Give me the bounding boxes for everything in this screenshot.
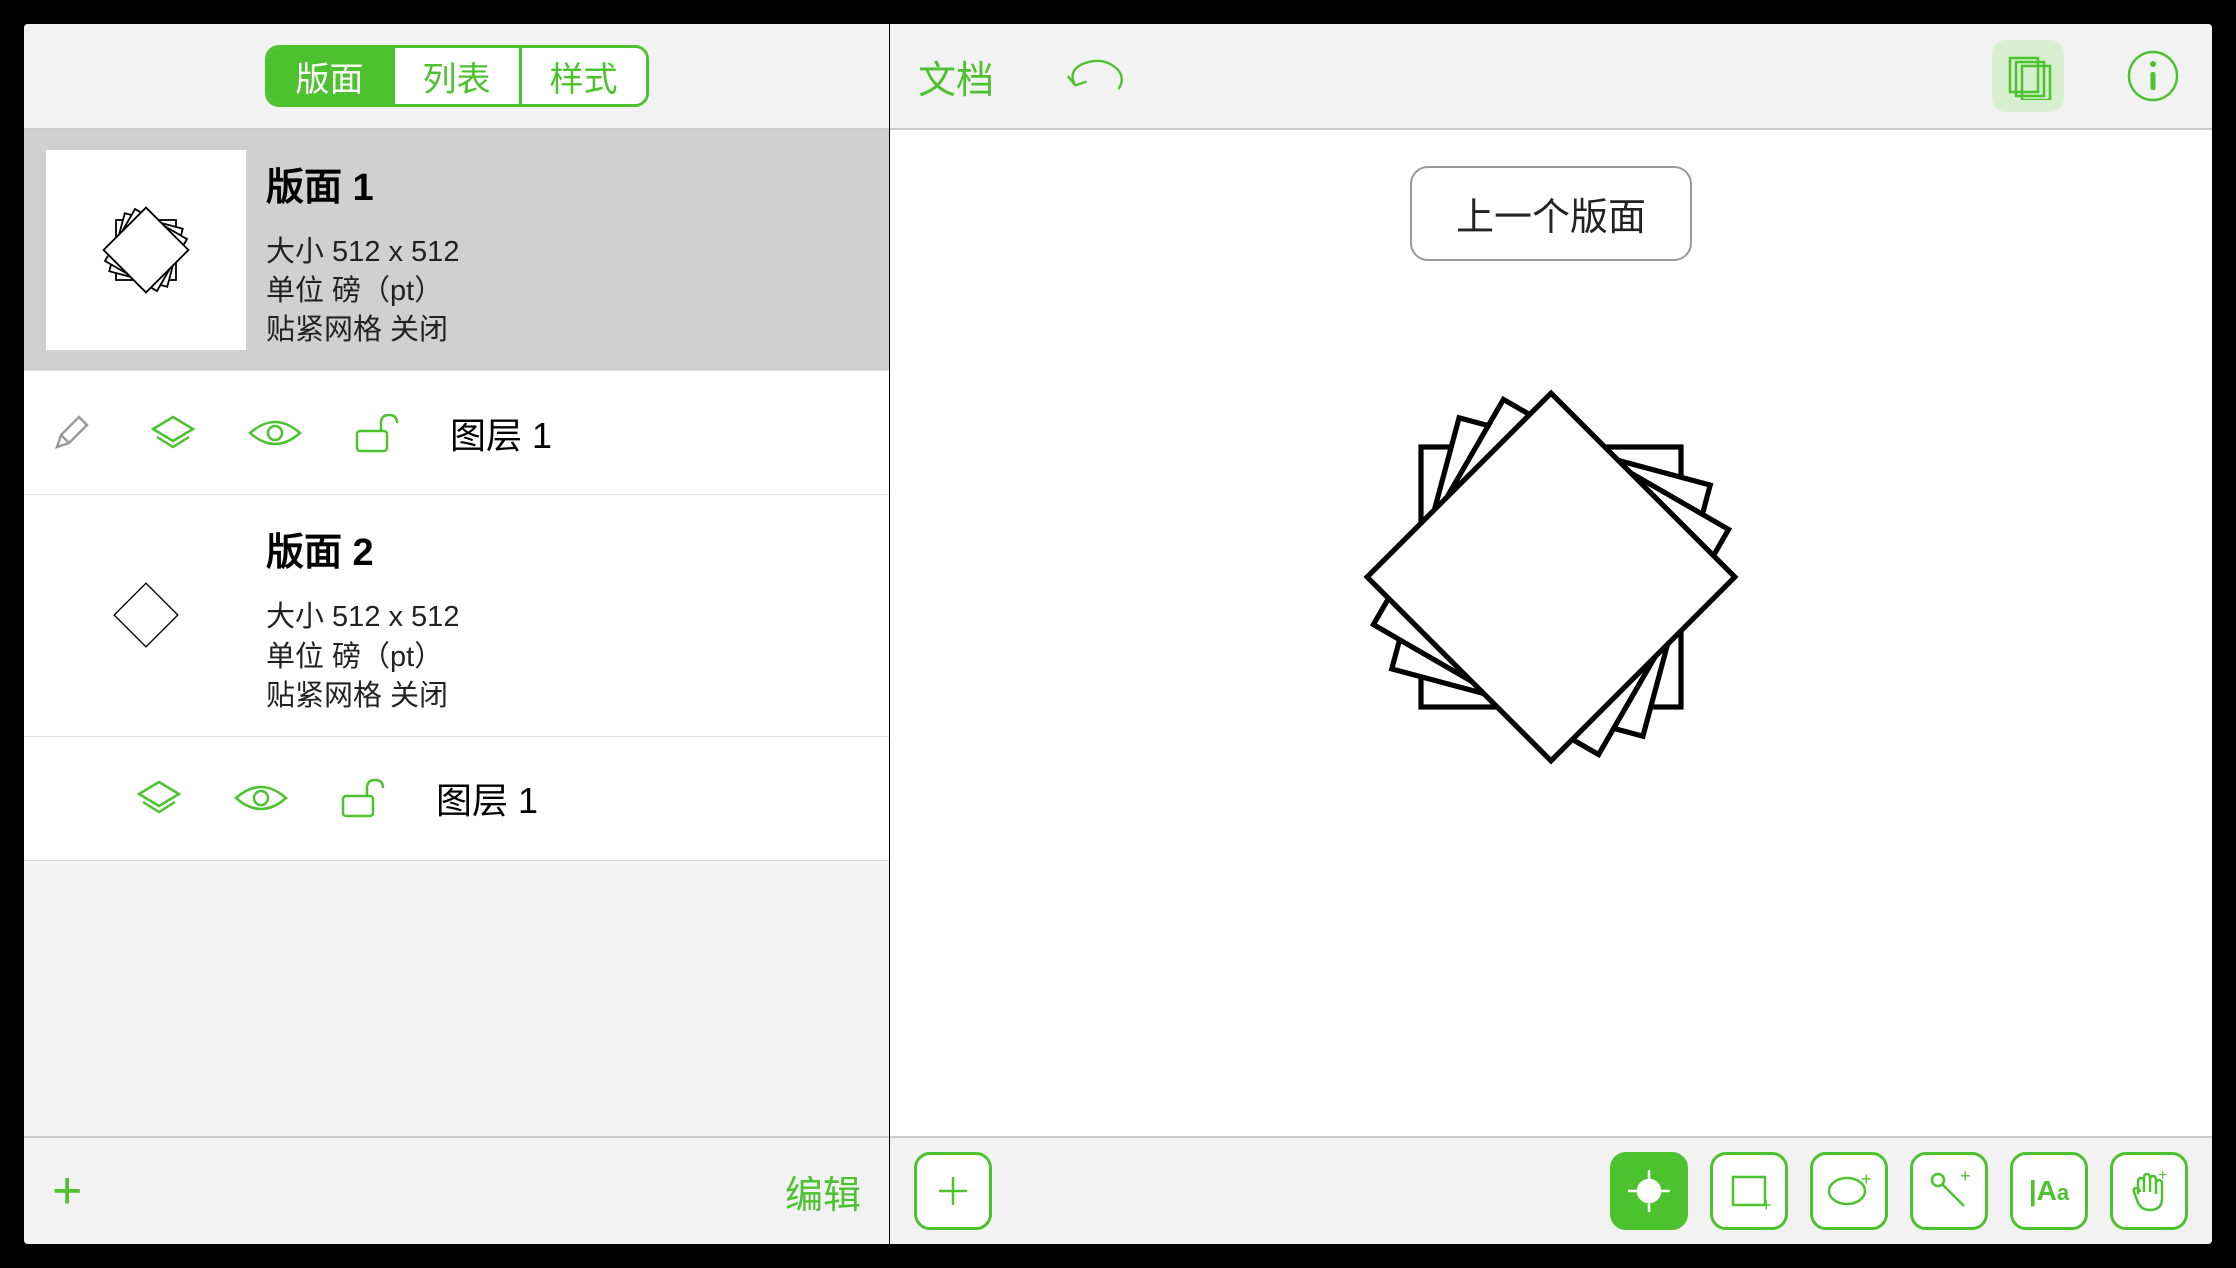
previous-canvas-button[interactable]: 上一个版面 [1410,166,1692,261]
document-button[interactable]: 文档 [918,49,994,104]
crosshair-tool[interactable] [1610,1152,1688,1230]
visibility-icon[interactable] [246,404,304,462]
layer-row[interactable]: 图层 1 [24,371,889,495]
header-right [1992,40,2184,112]
pen-tool[interactable]: + [1910,1152,1988,1230]
info-icon[interactable] [2122,45,2184,107]
rectangle-tool[interactable]: + [1710,1152,1788,1230]
canvas-units: 单位 磅（pt） [266,272,459,311]
layer-label: 图层 1 [450,407,552,459]
add-tool-button[interactable] [914,1152,992,1230]
main-header: 文档 [890,24,2212,130]
svg-text:+: + [1861,1171,1872,1189]
canvas-size: 大小 512 x 512 [266,598,459,637]
tab-list[interactable]: 列表 [392,48,519,104]
canvas-size: 大小 512 x 512 [266,233,459,272]
unlock-icon[interactable] [348,404,406,462]
canvas-thumbnail [46,515,246,715]
pencil-icon[interactable] [42,404,100,462]
canvas-title: 版面 1 [266,156,459,211]
layer-label: 图层 1 [436,772,538,824]
ellipse-tool[interactable]: + [1810,1152,1888,1230]
app-window: 版面 列表 样式 [24,24,2212,1244]
main-footer: + + + |Aa [890,1136,2212,1244]
main-panel: 文档 [890,24,2212,1244]
tab-styles[interactable]: 样式 [519,48,646,104]
canvas-item[interactable]: 版面 1 大小 512 x 512 单位 磅（pt） 贴紧网格 关闭 [24,130,889,371]
edit-button[interactable]: 编辑 [785,1164,861,1219]
canvas-area[interactable]: 上一个版面 [890,130,2212,1136]
layers-icon[interactable] [130,769,188,827]
canvas-units: 单位 磅（pt） [266,638,459,677]
canvas-snap: 贴紧网格 关闭 [266,311,459,350]
add-button[interactable]: + [52,1161,82,1221]
hand-tool[interactable]: + [2110,1152,2188,1230]
svg-text:+: + [1761,1195,1771,1213]
sidebar-footer: + 编辑 [24,1136,889,1244]
unlock-icon[interactable] [334,769,392,827]
header-left: 文档 [918,45,1126,107]
canvas-info: 版面 1 大小 512 x 512 单位 磅（pt） 贴紧网格 关闭 [266,150,459,350]
tool-group-left [914,1152,992,1230]
text-tool[interactable]: |Aa [2010,1152,2088,1230]
layers-icon[interactable] [144,404,202,462]
canvases-stack-icon[interactable] [1992,40,2064,112]
svg-text:+: + [1960,1168,1971,1186]
canvas-title: 版面 2 [266,521,459,576]
canvas-artwork[interactable] [1291,317,1811,837]
layer-row[interactable]: 图层 1 [24,737,889,861]
canvas-thumbnail [46,150,246,350]
canvas-info: 版面 2 大小 512 x 512 单位 磅（pt） 贴紧网格 关闭 [266,515,459,715]
undo-icon[interactable] [1064,45,1126,107]
tool-group-right: + + + |Aa [1610,1152,2188,1230]
svg-text:+: + [2158,1168,2167,1184]
visibility-icon[interactable] [232,769,290,827]
sidebar: 版面 列表 样式 [24,24,890,1244]
sidebar-body[interactable]: 版面 1 大小 512 x 512 单位 磅（pt） 贴紧网格 关闭 [24,130,889,1136]
tab-canvases[interactable]: 版面 [268,48,392,104]
canvas-snap: 贴紧网格 关闭 [266,677,459,716]
sidebar-tabs: 版面 列表 样式 [265,45,649,107]
sidebar-header: 版面 列表 样式 [24,24,889,130]
canvas-item[interactable]: 版面 2 大小 512 x 512 单位 磅（pt） 贴紧网格 关闭 [24,495,889,736]
